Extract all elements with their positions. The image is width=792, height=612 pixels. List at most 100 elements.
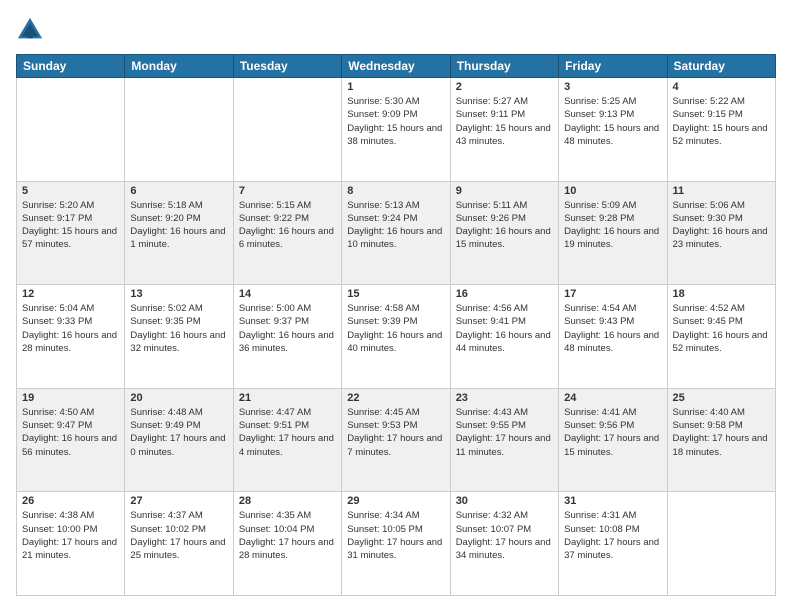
day-info: Sunrise: 5:04 AM Sunset: 9:33 PM Dayligh… [22,302,119,355]
calendar-day-cell: 25 Sunrise: 4:40 AM Sunset: 9:58 PM Dayl… [667,388,775,492]
sunrise-text: Sunrise: 5:20 AM [22,200,94,211]
daylight-text: Daylight: 15 hours and 57 minutes. [22,226,117,250]
day-info: Sunrise: 4:38 AM Sunset: 10:00 PM Daylig… [22,509,119,562]
calendar-day-cell: 28 Sunrise: 4:35 AM Sunset: 10:04 PM Day… [233,492,341,596]
sunrise-text: Sunrise: 4:40 AM [673,407,745,418]
calendar-week-row: 19 Sunrise: 4:50 AM Sunset: 9:47 PM Dayl… [17,388,776,492]
calendar-day-cell: 6 Sunrise: 5:18 AM Sunset: 9:20 PM Dayli… [125,181,233,285]
logo [16,16,48,44]
day-number: 20 [130,392,227,404]
daylight-text: Daylight: 16 hours and 48 minutes. [564,330,659,354]
calendar-day-cell: 1 Sunrise: 5:30 AM Sunset: 9:09 PM Dayli… [342,78,450,182]
daylight-text: Daylight: 16 hours and 10 minutes. [347,226,442,250]
sunset-text: Sunset: 9:11 PM [456,109,526,120]
daylight-text: Daylight: 17 hours and 31 minutes. [347,537,442,561]
day-number: 10 [564,185,661,197]
sunset-text: Sunset: 9:28 PM [564,213,634,224]
calendar-day-cell: 31 Sunrise: 4:31 AM Sunset: 10:08 PM Day… [559,492,667,596]
day-number: 26 [22,495,119,507]
sunrise-text: Sunrise: 4:31 AM [564,510,636,521]
day-number: 23 [456,392,553,404]
calendar-day-cell: 11 Sunrise: 5:06 AM Sunset: 9:30 PM Dayl… [667,181,775,285]
day-number: 1 [347,81,444,93]
daylight-text: Daylight: 15 hours and 38 minutes. [347,123,442,147]
day-info: Sunrise: 5:27 AM Sunset: 9:11 PM Dayligh… [456,95,553,148]
calendar-table: SundayMondayTuesdayWednesdayThursdayFrid… [16,54,776,596]
sunrise-text: Sunrise: 4:48 AM [130,407,202,418]
sunset-text: Sunset: 10:02 PM [130,524,206,535]
daylight-text: Daylight: 16 hours and 32 minutes. [130,330,225,354]
daylight-text: Daylight: 17 hours and 37 minutes. [564,537,659,561]
sunset-text: Sunset: 9:20 PM [130,213,200,224]
sunset-text: Sunset: 9:24 PM [347,213,417,224]
sunrise-text: Sunrise: 4:35 AM [239,510,311,521]
sunrise-text: Sunrise: 5:09 AM [564,200,636,211]
day-number: 16 [456,288,553,300]
sunrise-text: Sunrise: 5:04 AM [22,303,94,314]
day-number: 4 [673,81,770,93]
sunrise-text: Sunrise: 4:43 AM [456,407,528,418]
sunset-text: Sunset: 9:35 PM [130,316,200,327]
sunrise-text: Sunrise: 5:25 AM [564,96,636,107]
daylight-text: Daylight: 17 hours and 11 minutes. [456,433,551,457]
sunset-text: Sunset: 10:08 PM [564,524,640,535]
calendar-day-cell: 22 Sunrise: 4:45 AM Sunset: 9:53 PM Dayl… [342,388,450,492]
sunset-text: Sunset: 9:17 PM [22,213,92,224]
sunset-text: Sunset: 9:51 PM [239,420,309,431]
calendar-day-cell: 30 Sunrise: 4:32 AM Sunset: 10:07 PM Day… [450,492,558,596]
sunset-text: Sunset: 9:33 PM [22,316,92,327]
calendar-day-cell: 14 Sunrise: 5:00 AM Sunset: 9:37 PM Dayl… [233,285,341,389]
day-number: 17 [564,288,661,300]
day-number: 5 [22,185,119,197]
header [16,16,776,44]
day-number: 18 [673,288,770,300]
sunrise-text: Sunrise: 4:41 AM [564,407,636,418]
day-info: Sunrise: 5:25 AM Sunset: 9:13 PM Dayligh… [564,95,661,148]
day-number: 2 [456,81,553,93]
day-number: 30 [456,495,553,507]
sunset-text: Sunset: 9:56 PM [564,420,634,431]
calendar-day-cell: 5 Sunrise: 5:20 AM Sunset: 9:17 PM Dayli… [17,181,125,285]
calendar-day-cell: 4 Sunrise: 5:22 AM Sunset: 9:15 PM Dayli… [667,78,775,182]
sunset-text: Sunset: 9:15 PM [673,109,743,120]
sunset-text: Sunset: 10:04 PM [239,524,315,535]
calendar-day-cell: 20 Sunrise: 4:48 AM Sunset: 9:49 PM Dayl… [125,388,233,492]
daylight-text: Daylight: 16 hours and 40 minutes. [347,330,442,354]
calendar-week-row: 26 Sunrise: 4:38 AM Sunset: 10:00 PM Day… [17,492,776,596]
sunset-text: Sunset: 9:39 PM [347,316,417,327]
day-info: Sunrise: 4:43 AM Sunset: 9:55 PM Dayligh… [456,406,553,459]
calendar-day-cell [125,78,233,182]
calendar-day-cell: 27 Sunrise: 4:37 AM Sunset: 10:02 PM Day… [125,492,233,596]
sunrise-text: Sunrise: 5:30 AM [347,96,419,107]
daylight-text: Daylight: 17 hours and 4 minutes. [239,433,334,457]
calendar-day-cell: 15 Sunrise: 4:58 AM Sunset: 9:39 PM Dayl… [342,285,450,389]
day-info: Sunrise: 4:47 AM Sunset: 9:51 PM Dayligh… [239,406,336,459]
daylight-text: Daylight: 16 hours and 19 minutes. [564,226,659,250]
sunset-text: Sunset: 9:09 PM [347,109,417,120]
day-info: Sunrise: 4:35 AM Sunset: 10:04 PM Daylig… [239,509,336,562]
calendar-day-cell: 23 Sunrise: 4:43 AM Sunset: 9:55 PM Dayl… [450,388,558,492]
daylight-text: Daylight: 16 hours and 52 minutes. [673,330,768,354]
calendar-day-cell: 7 Sunrise: 5:15 AM Sunset: 9:22 PM Dayli… [233,181,341,285]
weekday-thursday: Thursday [450,55,558,78]
weekday-friday: Friday [559,55,667,78]
page: SundayMondayTuesdayWednesdayThursdayFrid… [0,0,792,612]
daylight-text: Daylight: 15 hours and 48 minutes. [564,123,659,147]
weekday-sunday: Sunday [17,55,125,78]
daylight-text: Daylight: 17 hours and 15 minutes. [564,433,659,457]
calendar-day-cell: 13 Sunrise: 5:02 AM Sunset: 9:35 PM Dayl… [125,285,233,389]
day-info: Sunrise: 4:40 AM Sunset: 9:58 PM Dayligh… [673,406,770,459]
sunrise-text: Sunrise: 4:58 AM [347,303,419,314]
day-number: 24 [564,392,661,404]
calendar-day-cell: 10 Sunrise: 5:09 AM Sunset: 9:28 PM Dayl… [559,181,667,285]
day-number: 28 [239,495,336,507]
calendar-day-cell: 9 Sunrise: 5:11 AM Sunset: 9:26 PM Dayli… [450,181,558,285]
sunrise-text: Sunrise: 4:52 AM [673,303,745,314]
daylight-text: Daylight: 17 hours and 0 minutes. [130,433,225,457]
day-info: Sunrise: 4:31 AM Sunset: 10:08 PM Daylig… [564,509,661,562]
calendar-day-cell: 29 Sunrise: 4:34 AM Sunset: 10:05 PM Day… [342,492,450,596]
sunset-text: Sunset: 9:53 PM [347,420,417,431]
sunrise-text: Sunrise: 4:45 AM [347,407,419,418]
day-info: Sunrise: 5:30 AM Sunset: 9:09 PM Dayligh… [347,95,444,148]
calendar-day-cell [17,78,125,182]
